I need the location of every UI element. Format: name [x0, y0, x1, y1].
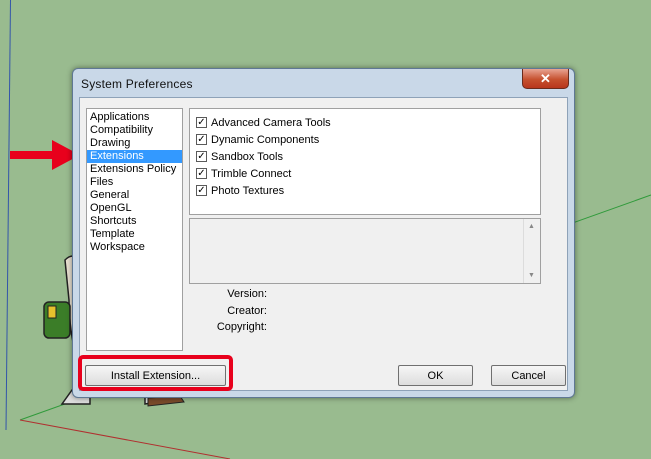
extension-label: Advanced Camera Tools [211, 116, 331, 129]
extension-checkbox[interactable]: ✓ [196, 168, 207, 179]
scroll-up-icon[interactable]: ▲ [528, 223, 535, 230]
system-preferences-dialog: System Preferences ✕ Applications Compat… [72, 68, 575, 398]
category-shortcuts[interactable]: Shortcuts [87, 215, 182, 228]
copyright-label: Copyright: [216, 321, 267, 333]
category-workspace[interactable]: Workspace [87, 241, 182, 254]
extension-description-box[interactable]: ▲ ▼ [189, 218, 541, 284]
extension-item[interactable]: ✓ Dynamic Components [190, 131, 540, 148]
extension-item[interactable]: ✓ Trimble Connect [190, 165, 540, 182]
close-icon: ✕ [540, 70, 551, 86]
extension-label: Trimble Connect [211, 167, 292, 180]
extension-label: Sandbox Tools [211, 150, 283, 163]
cancel-label: Cancel [511, 369, 546, 382]
version-label: Version: [227, 288, 267, 300]
check-icon: ✓ [197, 167, 206, 179]
category-extensions[interactable]: Extensions [87, 150, 182, 163]
check-icon: ✓ [197, 116, 206, 128]
category-template[interactable]: Template [87, 228, 182, 241]
extension-checkbox[interactable]: ✓ [196, 185, 207, 196]
category-compatibility[interactable]: Compatibility [87, 124, 182, 137]
extension-label: Photo Textures [211, 184, 285, 197]
extension-item[interactable]: ✓ Sandbox Tools [190, 148, 540, 165]
scroll-down-icon[interactable]: ▼ [528, 272, 535, 279]
extension-item[interactable]: ✓ Photo Textures [190, 182, 540, 199]
category-drawing[interactable]: Drawing [87, 137, 182, 150]
extension-item[interactable]: ✓ Advanced Camera Tools [190, 114, 540, 131]
dialog-title: System Preferences [81, 77, 193, 91]
install-highlight-annotation [78, 355, 233, 391]
title-bar[interactable]: System Preferences ✕ [73, 69, 574, 97]
check-icon: ✓ [197, 133, 206, 145]
description-scrollbar[interactable]: ▲ ▼ [523, 219, 540, 283]
category-list[interactable]: Applications Compatibility Drawing Exten… [86, 108, 183, 351]
check-icon: ✓ [197, 184, 206, 196]
category-applications[interactable]: Applications [87, 111, 182, 124]
extension-checkbox[interactable]: ✓ [196, 117, 207, 128]
close-button[interactable]: ✕ [522, 69, 569, 89]
creator-label: Creator: [227, 305, 267, 317]
extension-label: Dynamic Components [211, 133, 320, 146]
red-arrow-annotation [10, 140, 80, 170]
cancel-button[interactable]: Cancel [491, 365, 566, 386]
extension-checkbox[interactable]: ✓ [196, 151, 207, 162]
extensions-list: ✓ Advanced Camera Tools ✓ Dynamic Compon… [189, 108, 541, 215]
ok-button[interactable]: OK [398, 365, 473, 386]
category-opengl[interactable]: OpenGL [87, 202, 182, 215]
extension-checkbox[interactable]: ✓ [196, 134, 207, 145]
category-files[interactable]: Files [87, 176, 182, 189]
dialog-client-area: Applications Compatibility Drawing Exten… [79, 97, 568, 391]
ok-label: OK [427, 369, 444, 382]
category-general[interactable]: General [87, 189, 182, 202]
category-extensions-policy[interactable]: Extensions Policy [87, 163, 182, 176]
check-icon: ✓ [197, 150, 206, 162]
